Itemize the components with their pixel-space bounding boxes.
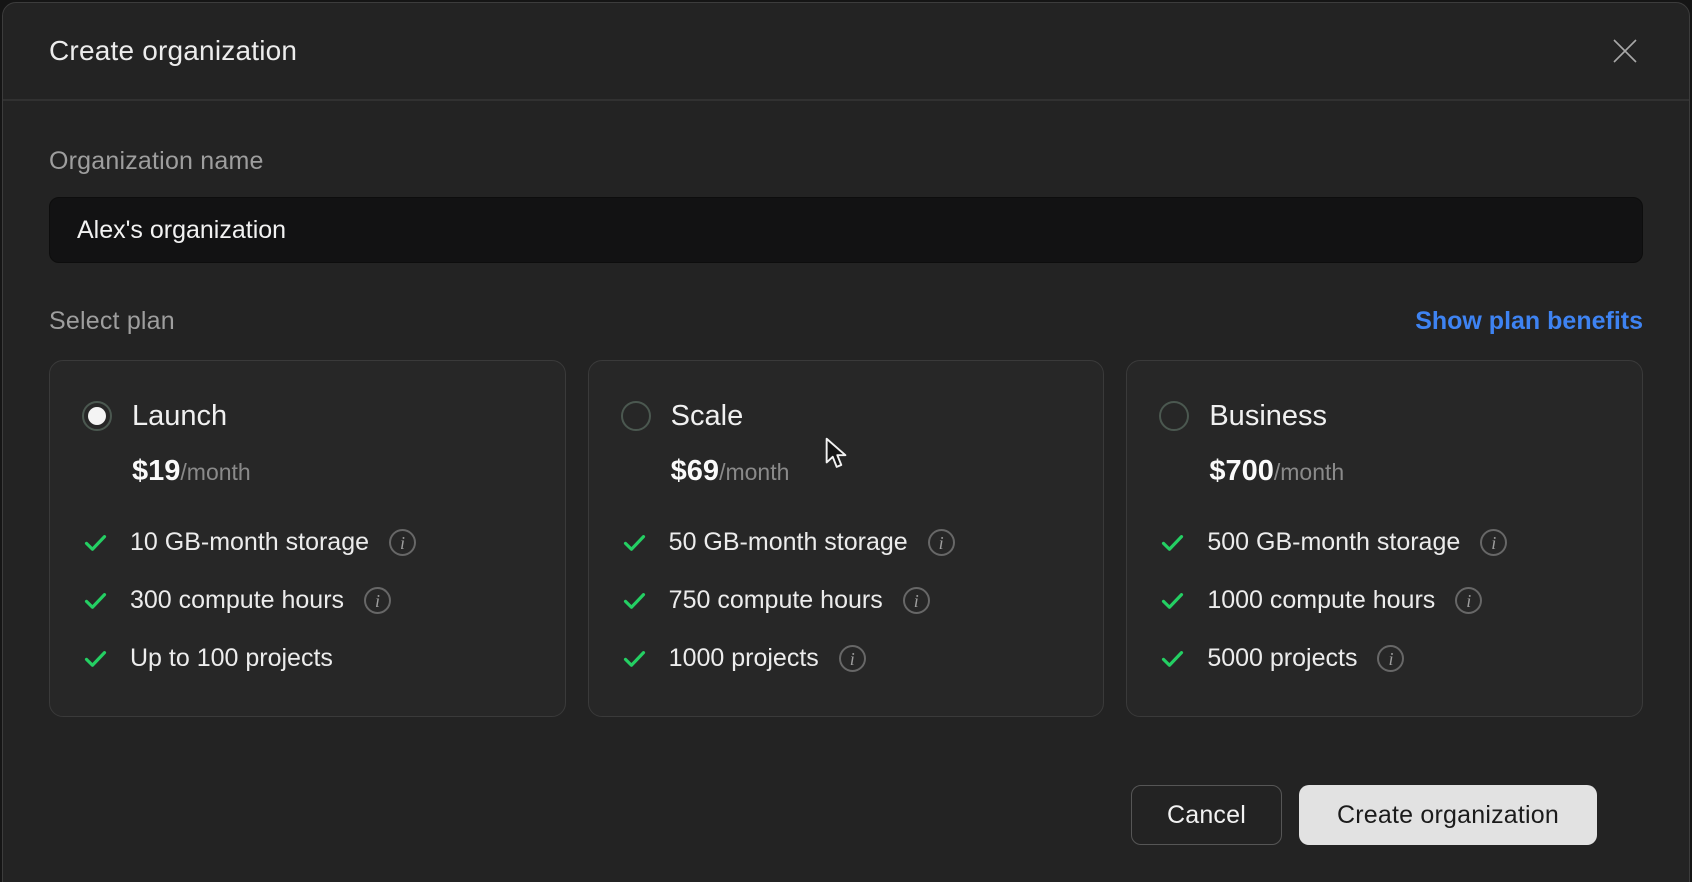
- feature-text: 10 GB-month storage: [130, 528, 369, 557]
- x-icon: [1610, 36, 1640, 66]
- feature-list: 50 GB-month storage i 750 compute hours …: [621, 527, 1074, 674]
- create-organization-dialog: Create organization Organization name Se…: [2, 2, 1690, 882]
- plan-price-row: $700/month: [1209, 455, 1612, 493]
- feature-text: 500 GB-month storage: [1207, 528, 1460, 557]
- plan-card[interactable]: Launch $19/month 10 GB-month storage i 3…: [49, 360, 566, 717]
- plan-period: /month: [1274, 459, 1344, 486]
- show-plan-benefits-link[interactable]: Show plan benefits: [1415, 307, 1643, 336]
- plan-title-row: Business: [1159, 395, 1612, 437]
- plan-period: /month: [180, 459, 250, 486]
- check-icon: [621, 645, 648, 672]
- info-icon[interactable]: i: [839, 645, 866, 672]
- feature-row: 5000 projects i: [1159, 643, 1612, 674]
- feature-list: 500 GB-month storage i 1000 compute hour…: [1159, 527, 1612, 674]
- dialog-body: Organization name Select plan Show plan …: [3, 101, 1689, 845]
- dialog-title: Create organization: [49, 35, 297, 67]
- org-name-label: Organization name: [49, 147, 1643, 176]
- feature-row: 300 compute hours i: [82, 585, 535, 616]
- plan-radio[interactable]: [621, 401, 651, 431]
- info-icon[interactable]: i: [1455, 587, 1482, 614]
- feature-text: Up to 100 projects: [130, 644, 333, 673]
- plan-card[interactable]: Scale $69/month 50 GB-month storage i 75…: [588, 360, 1105, 717]
- info-icon[interactable]: i: [1480, 529, 1507, 556]
- plan-name: Launch: [132, 400, 227, 433]
- create-organization-button[interactable]: Create organization: [1299, 785, 1597, 845]
- plan-name: Scale: [671, 400, 744, 433]
- plan-price: $69: [671, 455, 719, 488]
- close-button[interactable]: [1605, 31, 1645, 71]
- feature-text: 1000 projects: [669, 644, 819, 673]
- check-icon: [1159, 587, 1186, 614]
- plan-cards: Launch $19/month 10 GB-month storage i 3…: [49, 360, 1643, 717]
- plan-title-row: Scale: [621, 395, 1074, 437]
- plan-price: $700: [1209, 455, 1274, 488]
- dialog-footer: Cancel Create organization: [49, 717, 1643, 845]
- feature-row: 1000 compute hours i: [1159, 585, 1612, 616]
- plan-period: /month: [719, 459, 789, 486]
- feature-text: 1000 compute hours: [1207, 586, 1435, 615]
- feature-row: 750 compute hours i: [621, 585, 1074, 616]
- info-icon[interactable]: i: [1377, 645, 1404, 672]
- feature-list: 10 GB-month storage i 300 compute hours …: [82, 527, 535, 674]
- info-icon[interactable]: i: [903, 587, 930, 614]
- plan-header-row: Select plan Show plan benefits: [49, 307, 1643, 336]
- check-icon: [621, 529, 648, 556]
- check-icon: [82, 529, 109, 556]
- feature-text: 300 compute hours: [130, 586, 344, 615]
- feature-row: 500 GB-month storage i: [1159, 527, 1612, 558]
- feature-text: 750 compute hours: [669, 586, 883, 615]
- plan-card[interactable]: Business $700/month 500 GB-month storage…: [1126, 360, 1643, 717]
- info-icon[interactable]: i: [389, 529, 416, 556]
- plan-name: Business: [1209, 400, 1327, 433]
- info-icon[interactable]: i: [364, 587, 391, 614]
- info-icon[interactable]: i: [928, 529, 955, 556]
- feature-row: 10 GB-month storage i: [82, 527, 535, 558]
- plan-radio[interactable]: [1159, 401, 1189, 431]
- check-icon: [621, 587, 648, 614]
- plan-price-row: $19/month: [132, 455, 535, 493]
- plan-title-row: Launch: [82, 395, 535, 437]
- check-icon: [1159, 645, 1186, 672]
- check-icon: [82, 645, 109, 672]
- select-plan-label: Select plan: [49, 307, 175, 336]
- plan-price: $19: [132, 455, 180, 488]
- feature-row: 1000 projects i: [621, 643, 1074, 674]
- feature-row: 50 GB-month storage i: [621, 527, 1074, 558]
- cancel-button[interactable]: Cancel: [1131, 785, 1282, 845]
- check-icon: [1159, 529, 1186, 556]
- feature-row: Up to 100 projects: [82, 643, 535, 674]
- dialog-header: Create organization: [3, 3, 1689, 101]
- plan-price-row: $69/month: [671, 455, 1074, 493]
- plan-radio[interactable]: [82, 401, 112, 431]
- org-name-input[interactable]: [49, 197, 1643, 263]
- check-icon: [82, 587, 109, 614]
- feature-text: 50 GB-month storage: [669, 528, 908, 557]
- feature-text: 5000 projects: [1207, 644, 1357, 673]
